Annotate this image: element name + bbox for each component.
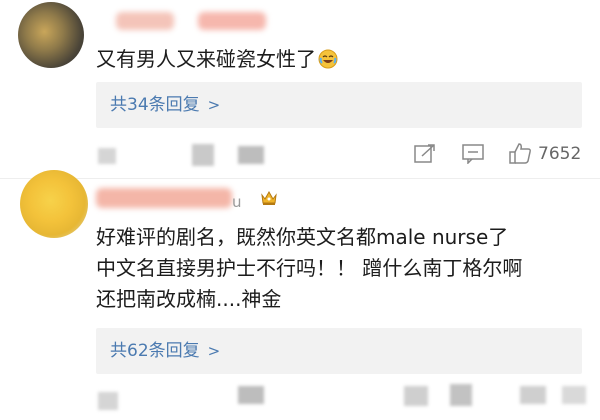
comment-text-line: 中文名直接男护士不行吗！！ 蹭什么南丁格尔啊 xyxy=(96,256,523,280)
comment-text-line: 还把南改成楠....神金 xyxy=(96,287,282,311)
avatar[interactable] xyxy=(20,170,88,238)
chevron-right-icon: > xyxy=(207,96,221,114)
like-count: 7652 xyxy=(538,144,582,164)
username-blurred[interactable] xyxy=(198,12,266,30)
location-blurred xyxy=(450,384,472,406)
location-blurred xyxy=(520,386,546,404)
reply-count-label: 共34条回复 xyxy=(110,95,200,115)
location-blurred xyxy=(192,144,214,166)
username-suffix: u xyxy=(232,193,242,211)
laughing-crying-emoji-icon xyxy=(318,47,338,69)
comment-text-content: 又有男人又来碰瓷女性了 xyxy=(96,47,316,71)
location-blurred xyxy=(562,386,586,404)
view-replies-button[interactable]: 共62条回复 > xyxy=(96,328,582,374)
location-blurred xyxy=(404,386,428,406)
location-blurred xyxy=(238,386,264,404)
divider xyxy=(0,178,600,179)
avatar[interactable] xyxy=(18,2,84,68)
reply-count-label: 共62条回复 xyxy=(110,341,200,361)
time-blurred xyxy=(98,392,118,410)
comment-text: 又有男人又来碰瓷女性了 xyxy=(96,44,576,75)
time-blurred xyxy=(98,148,116,164)
thumbs-up-icon[interactable] xyxy=(508,142,532,168)
location-blurred xyxy=(238,146,264,164)
view-replies-button[interactable]: 共34条回复 > xyxy=(96,82,582,128)
comment-text-line: 好难评的剧名，既然你英文名都male nurse了 xyxy=(96,225,509,249)
comment-text: 好难评的剧名，既然你英文名都male nurse了 中文名直接男护士不行吗！！ … xyxy=(96,222,586,315)
share-icon[interactable] xyxy=(414,144,436,168)
chevron-right-icon: > xyxy=(207,342,221,360)
username-blurred[interactable] xyxy=(116,12,174,30)
crown-badge-icon xyxy=(260,190,278,206)
comment-icon[interactable] xyxy=(462,144,484,168)
username-blurred[interactable] xyxy=(96,188,232,208)
